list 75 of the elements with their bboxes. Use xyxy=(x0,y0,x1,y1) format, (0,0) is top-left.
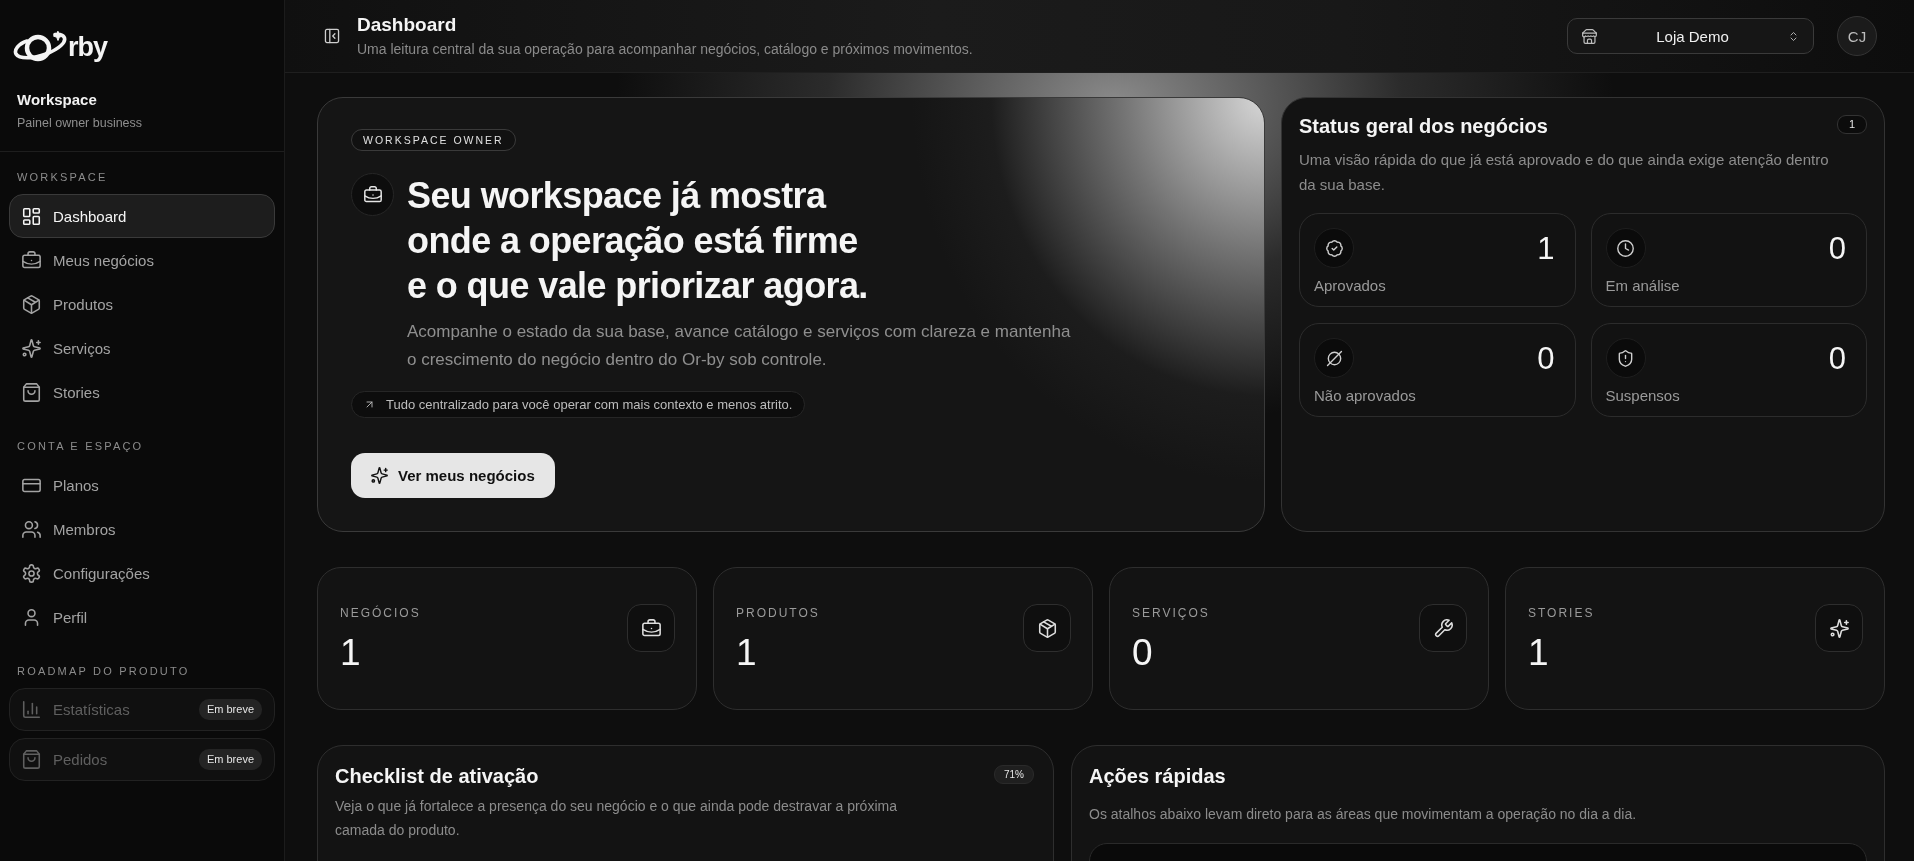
checklist-title: Checklist de ativação xyxy=(335,764,539,789)
progress-badge: 71% xyxy=(994,765,1034,784)
quick-actions-title: Ações rápidas xyxy=(1089,764,1227,789)
shopping-bag-icon xyxy=(22,750,41,769)
page-subtitle: Uma leitura central da sua operação para acompanhar negócios, catálogo e próximos movimentos. xyxy=(357,40,974,58)
stat-value: 0 xyxy=(1132,632,1154,674)
panel-description: Uma visão rápida do que já está aprovado e do que ainda exige atenção dentro da sua base. xyxy=(1299,150,1830,195)
stat-value: 1 xyxy=(340,632,362,674)
workspace-title: Workspace xyxy=(17,91,98,109)
status-label: Suspensos xyxy=(1605,386,1681,406)
sparkles-icon xyxy=(1815,604,1863,652)
nav-item[interactable]: Produtos xyxy=(9,282,275,326)
page-title: Dashboard xyxy=(357,14,458,36)
stat-label: SERVIÇOS xyxy=(1132,606,1210,620)
role-badge: WORKSPACE OWNER xyxy=(351,129,516,151)
panel-left-icon[interactable] xyxy=(324,28,340,44)
nav-item[interactable]: Stories xyxy=(9,370,275,414)
settings-icon xyxy=(22,563,41,583)
store-icon xyxy=(1582,28,1597,44)
check-badge-icon xyxy=(1314,228,1354,268)
briefcase-icon xyxy=(22,250,41,270)
status-count: 0 xyxy=(1828,231,1846,267)
chip-text: Tudo centralizado para você operar com mais contexto e menos atrito. xyxy=(386,397,793,412)
stat-value: 1 xyxy=(736,632,758,674)
stat-label: NEGÓCIOS xyxy=(340,606,421,620)
sparkles-icon xyxy=(22,338,41,358)
primary-button[interactable]: Ver meus negócios xyxy=(351,453,555,498)
bar-chart-icon xyxy=(22,700,41,719)
soon-badge: Em breve xyxy=(198,699,262,720)
checklist-description: Veja o que já fortalece a presença do seu negócio e o que ainda pode destravar a próxima camada do produto. xyxy=(335,797,898,840)
stat-value: 1 xyxy=(1528,632,1550,674)
arrow-up-right-icon xyxy=(364,399,375,410)
briefcase-icon xyxy=(627,604,675,652)
section-label: WORKSPACE xyxy=(16,170,109,184)
status-count: 1 xyxy=(1537,231,1555,267)
planet-logo-icon xyxy=(13,30,67,64)
nav-item[interactable]: Membros xyxy=(9,507,275,551)
nav-item[interactable]: Configurações xyxy=(9,551,275,595)
panel-title: Status geral dos negócios xyxy=(1299,114,1548,139)
logo-text: rby xyxy=(68,31,108,64)
count-badge: 1 xyxy=(1836,115,1867,134)
workspace-subtitle: Painel owner business xyxy=(17,115,144,131)
status-count: 0 xyxy=(1828,341,1846,377)
status-count: 0 xyxy=(1537,341,1555,377)
shield-alert-icon xyxy=(1605,338,1646,378)
user-icon xyxy=(22,607,41,627)
nav-item[interactable]: Meus negócios xyxy=(9,238,275,282)
nav-item[interactable]: Perfil xyxy=(9,595,275,639)
users-icon xyxy=(22,519,41,539)
nav-item[interactable]: Planos xyxy=(9,463,275,507)
sparkles-icon xyxy=(371,467,388,484)
nav-item[interactable]: Dashboard xyxy=(9,194,275,238)
shopping-bag-icon xyxy=(22,382,41,402)
hero-description: Acompanhe o estado da sua base, avance catálogo e serviços com clareza e mantenha o crescimento do negócio dentro do Or-by sob controle. xyxy=(407,321,1072,371)
stat-label: STORIES xyxy=(1528,606,1595,620)
box-icon xyxy=(22,294,41,314)
status-label: Em análise xyxy=(1605,276,1681,296)
box-icon xyxy=(1023,604,1071,652)
store-selector[interactable]: Loja Demo xyxy=(1567,18,1814,54)
status-label: Não aprovados xyxy=(1314,386,1417,406)
section-label: ROADMAP DO PRODUTO xyxy=(16,664,191,678)
status-label: Aprovados xyxy=(1314,276,1387,296)
section-label: CONTA E ESPAÇO xyxy=(16,439,145,453)
nav-item[interactable]: Serviços xyxy=(9,326,275,370)
circle-slash-icon xyxy=(1314,338,1354,378)
soon-badge: Em breve xyxy=(198,749,262,770)
hero-headline: Seu workspace já mostra onde a operação está firme e o que vale priorizar agora. xyxy=(407,174,869,308)
chevrons-up-down-icon xyxy=(1788,30,1799,42)
quick-actions-description: Os atalhos abaixo levam direto para as áreas que movimentam a operação no dia a dia. xyxy=(1089,805,1638,824)
clock-icon xyxy=(1605,228,1646,268)
briefcase-icon xyxy=(351,173,394,216)
stat-label: PRODUTOS xyxy=(736,606,820,620)
layout-grid-icon xyxy=(22,206,41,226)
avatar[interactable]: CJ xyxy=(1837,16,1877,56)
wrench-icon xyxy=(1419,604,1467,652)
